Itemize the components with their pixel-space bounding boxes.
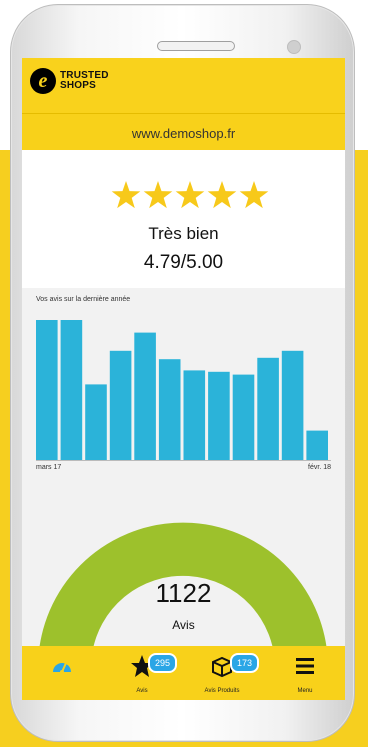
rating-star-icon (111, 181, 141, 209)
total-reviews-label: Avis (172, 618, 195, 632)
tab-dashboard[interactable] (22, 646, 102, 700)
chart-bar (232, 374, 255, 460)
chart-bar (257, 357, 279, 460)
total-reviews-count: 1122 (155, 578, 212, 608)
rating-star-icon (239, 181, 269, 209)
trusted-shops-logo-icon: e (30, 68, 56, 94)
chart-bar (158, 359, 181, 460)
shop-url-bar: www.demoshop.fr (22, 113, 345, 150)
tab-reviews-label: Avis (136, 688, 148, 694)
tab-reviews[interactable]: 295 Avis (102, 646, 182, 700)
reviews-count-badge: 295 (148, 653, 178, 673)
phone-chin (10, 698, 355, 742)
speaker-grille (157, 41, 235, 51)
chart-bar (208, 371, 230, 460)
chart-bar (183, 370, 206, 460)
tab-menu[interactable]: Menu (265, 646, 345, 700)
rating-score: 4.79/5.00 (143, 252, 224, 273)
phone-screen: e TRUSTED SHOPS www.demoshop.fr Très bie… (22, 58, 345, 700)
tab-product-reviews[interactable]: 173 Avis Produits (182, 646, 262, 700)
rating-summary: Très bien 4.79/5.00 (22, 152, 345, 287)
brand-name: TRUSTED SHOPS (60, 71, 109, 91)
brand-name-line2: SHOPS (60, 80, 97, 91)
rating-star-icon (175, 181, 205, 209)
chart-bar (306, 430, 328, 460)
rating-star-icon (207, 181, 237, 209)
shop-url[interactable]: www.demoshop.fr (22, 126, 345, 141)
bottom-tab-bar: 295 Avis 173 Avis Produits Menu (22, 646, 345, 700)
x-axis-start-label: mars 17 (36, 464, 62, 471)
gauge-icon (53, 662, 71, 674)
front-camera (287, 40, 301, 54)
chart-bar (36, 320, 58, 460)
chart-bar (60, 320, 83, 460)
x-axis-end-label: févr. 18 (308, 464, 331, 471)
chart-bar (109, 350, 132, 460)
rating-star-icon (143, 181, 173, 209)
tab-product-reviews-label: Avis Produits (204, 688, 240, 694)
reviews-gauge: 1122 Avis (22, 478, 345, 668)
brand-header: e TRUSTED SHOPS (22, 58, 345, 113)
tab-menu-label: Menu (297, 688, 313, 694)
chart-bar (134, 332, 156, 460)
rating-label: Très bien (148, 224, 219, 243)
bar-chart (36, 320, 331, 461)
menu-icon (296, 658, 314, 674)
reviews-chart: Vos avis sur la dernière année mars 17 f… (22, 288, 345, 478)
chart-bar (281, 350, 304, 460)
rating-stars (111, 181, 269, 209)
chart-bar (85, 384, 107, 460)
product-reviews-count-badge: 173 (230, 653, 260, 673)
